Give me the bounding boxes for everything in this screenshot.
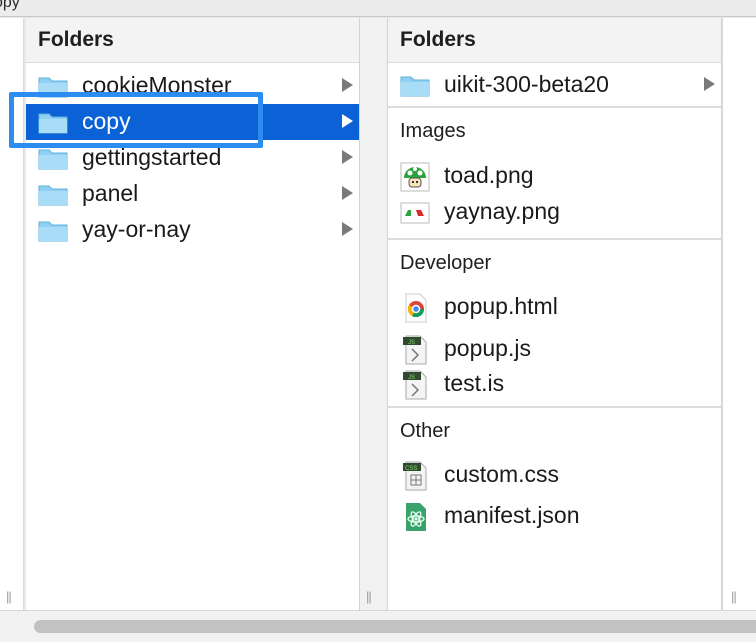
folder-icon	[38, 146, 68, 170]
expand-arrow-icon	[342, 222, 353, 236]
folder-row-uikit[interactable]: uikit-300-beta20	[388, 67, 721, 103]
section-separator	[388, 406, 721, 408]
folder-label: gettingstarted	[82, 144, 222, 170]
css-file-icon: CSS	[400, 461, 430, 491]
file-row-popup-js[interactable]: JS popup.js	[388, 333, 721, 367]
file-row-manifest-json[interactable]: manifest.json	[388, 500, 721, 534]
file-label: custom.css	[444, 461, 560, 487]
atom-json-icon	[400, 502, 430, 532]
file-row-yaynay[interactable]: yaynay.png	[388, 196, 721, 230]
folder-icon	[400, 73, 430, 97]
folder-label: yay-or-nay	[82, 216, 191, 242]
file-label: toad.png	[444, 162, 534, 188]
svg-text:JS: JS	[408, 375, 415, 381]
column-resize-handle[interactable]: ||	[6, 589, 12, 604]
file-label: manifest.json	[444, 502, 580, 528]
scrollbar-thumb[interactable]	[34, 620, 756, 633]
folder-label: panel	[82, 180, 139, 206]
js-file-icon: JS	[400, 370, 430, 400]
file-label: popup.html	[444, 293, 558, 319]
section-title-developer: Developer	[400, 252, 492, 274]
column-resize-handle[interactable]: ||	[366, 589, 372, 604]
folder-icon	[38, 218, 68, 242]
highlight-outline	[9, 92, 263, 148]
window-titlebar: copy	[0, 0, 756, 17]
folder-row-panel[interactable]: panel	[26, 176, 359, 212]
file-row-toad[interactable]: toad.png	[388, 160, 721, 194]
next-column[interactable]: ||	[722, 18, 756, 610]
horizontal-scrollbar[interactable]	[0, 610, 756, 642]
section-separator	[388, 238, 721, 240]
column-header: Folders	[388, 18, 721, 63]
expand-arrow-icon	[342, 114, 353, 128]
toad-image-icon	[400, 162, 430, 192]
file-row-popup-html[interactable]: popup.html	[388, 291, 721, 325]
folder-icon	[38, 182, 68, 206]
section-title-other: Other	[400, 420, 451, 442]
expand-arrow-icon	[342, 186, 353, 200]
column-divider: ||	[360, 18, 388, 610]
js-file-icon: JS	[400, 335, 430, 365]
svg-text:JS: JS	[408, 340, 415, 346]
window-title: copy	[0, 0, 20, 11]
file-label: popup.js	[444, 335, 531, 361]
expand-arrow-icon	[704, 77, 715, 91]
folder-label: uikit-300-beta20	[444, 71, 609, 97]
thumbs-image-icon	[400, 198, 430, 228]
section-separator	[388, 106, 721, 108]
chrome-html-icon	[400, 293, 430, 323]
section-title-images: Images	[400, 120, 466, 142]
file-label: yaynay.png	[444, 198, 560, 224]
column-header: Folders	[26, 18, 359, 63]
file-label: test.is	[444, 370, 505, 396]
folder-row-yay-or-nay[interactable]: yay-or-nay	[26, 212, 359, 248]
column-resize-handle[interactable]: ||	[731, 589, 737, 604]
file-row-test-is[interactable]: JS test.is	[388, 368, 721, 402]
expand-arrow-icon	[342, 150, 353, 164]
svg-text:CSS: CSS	[405, 466, 417, 472]
expand-arrow-icon	[342, 78, 353, 92]
file-row-custom-css[interactable]: CSS custom.css	[388, 459, 721, 493]
folder-column-2: Folders uikit-300-beta20 Images toad.png…	[388, 18, 722, 610]
